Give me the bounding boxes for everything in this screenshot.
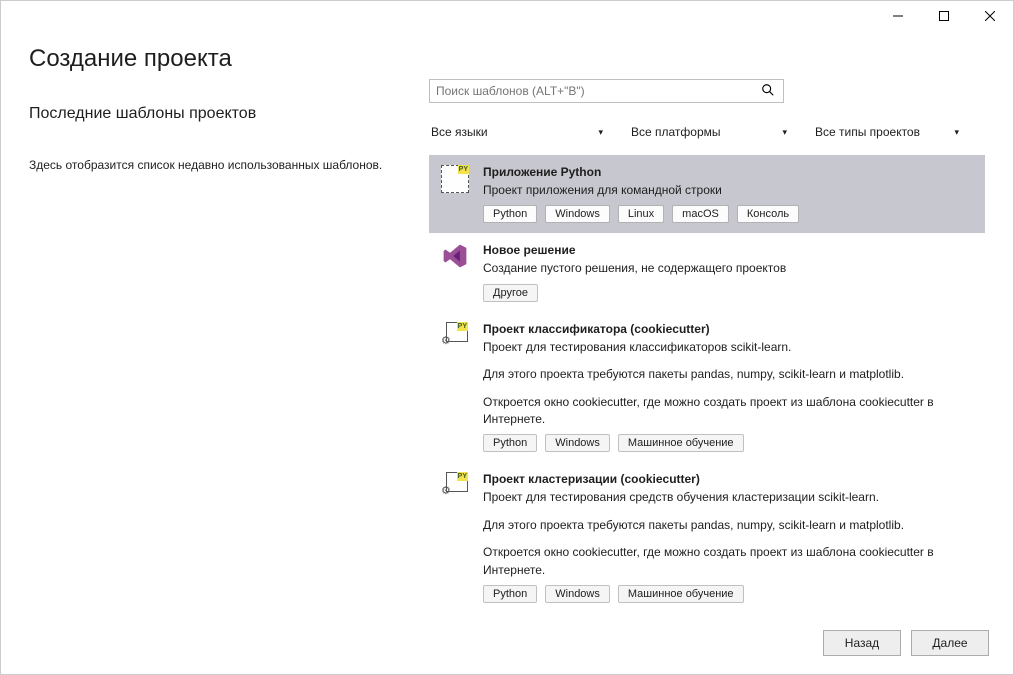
cookiecutter-icon: PY⚙	[439, 322, 471, 354]
titlebar	[1, 1, 1013, 33]
template-tag: Windows	[545, 585, 610, 603]
template-item[interactable]: Новое решение Создание пустого решения, н…	[429, 233, 985, 311]
template-description: Создание пустого решения, не содержащего…	[483, 260, 977, 277]
next-button[interactable]: Далее	[911, 630, 989, 656]
filter-platform[interactable]: Все платформы ▾	[629, 121, 791, 143]
template-tag: Другое	[483, 284, 538, 302]
template-tags: Python Windows Машинное обучение	[483, 585, 977, 603]
filter-project-type-label: Все типы проектов	[815, 125, 920, 139]
template-title: Новое решение	[483, 243, 977, 257]
template-description: Проект приложения для командной строки	[483, 182, 977, 199]
template-title: Приложение Python	[483, 165, 977, 179]
template-tag: Python	[483, 585, 537, 603]
recent-empty-text: Здесь отобразится список недавно использ…	[29, 157, 429, 174]
template-title: Проект классификатора (cookiecutter)	[483, 322, 977, 336]
template-tag: Windows	[545, 434, 610, 452]
python-app-icon: PY	[439, 165, 471, 197]
search-icon[interactable]	[757, 83, 779, 100]
template-item[interactable]: PY⚙ Проект классификатора (cookiecutter) П…	[429, 312, 985, 463]
back-button[interactable]: Назад	[823, 630, 901, 656]
template-item[interactable]: PY Приложение Python Проект приложения для…	[429, 155, 985, 233]
template-description: Откроется окно cookiecutter, где можно с…	[483, 394, 977, 429]
dialog-footer: Назад Далее	[1, 616, 1013, 674]
filter-language[interactable]: Все языки ▾	[429, 121, 607, 143]
recent-heading: Последние шаблоны проектов	[29, 105, 429, 123]
chevron-down-icon: ▾	[782, 127, 787, 138]
template-tag: Windows	[545, 205, 610, 223]
filter-language-label: Все языки	[431, 125, 488, 139]
template-description: Проект для тестирования классификаторов …	[483, 339, 977, 356]
filter-project-type[interactable]: Все типы проектов ▾	[813, 121, 963, 143]
cookiecutter-icon: PY⚙	[439, 472, 471, 504]
template-tag: Машинное обучение	[618, 585, 744, 603]
vs-solution-icon	[439, 243, 471, 275]
template-description: Для этого проекта требуются пакеты panda…	[483, 366, 977, 383]
template-tag: Python	[483, 434, 537, 452]
template-tag: macOS	[672, 205, 729, 223]
template-tag: Консоль	[737, 205, 799, 223]
template-tags: Другое	[483, 284, 977, 302]
search-input[interactable]	[436, 84, 757, 98]
template-tag: Python	[483, 205, 537, 223]
recent-templates-panel: Последние шаблоны проектов Здесь отобраз…	[29, 77, 429, 617]
maximize-button[interactable]	[921, 1, 967, 31]
template-tags: Python Windows Linux macOS Консоль	[483, 205, 977, 223]
chevron-down-icon: ▾	[598, 127, 603, 138]
template-description: Проект для тестирования средств обучения…	[483, 489, 977, 506]
minimize-button[interactable]	[875, 1, 921, 31]
template-tag: Машинное обучение	[618, 434, 744, 452]
template-description: Для этого проекта требуются пакеты panda…	[483, 517, 977, 534]
template-title: Проект кластеризации (cookiecutter)	[483, 472, 977, 486]
filter-platform-label: Все платформы	[631, 125, 721, 139]
page-title: Создание проекта	[1, 33, 1013, 77]
search-box[interactable]	[429, 79, 784, 103]
template-tags: Python Windows Машинное обучение	[483, 434, 977, 452]
close-button[interactable]	[967, 1, 1013, 31]
template-list[interactable]: PY Приложение Python Проект приложения для…	[429, 155, 985, 617]
template-tag: Linux	[618, 205, 664, 223]
template-item[interactable]: PY⚙ Проект кластеризации (cookiecutter) Пр…	[429, 462, 985, 613]
chevron-down-icon: ▾	[954, 127, 959, 138]
template-description: Откроется окно cookiecutter, где можно с…	[483, 544, 977, 579]
